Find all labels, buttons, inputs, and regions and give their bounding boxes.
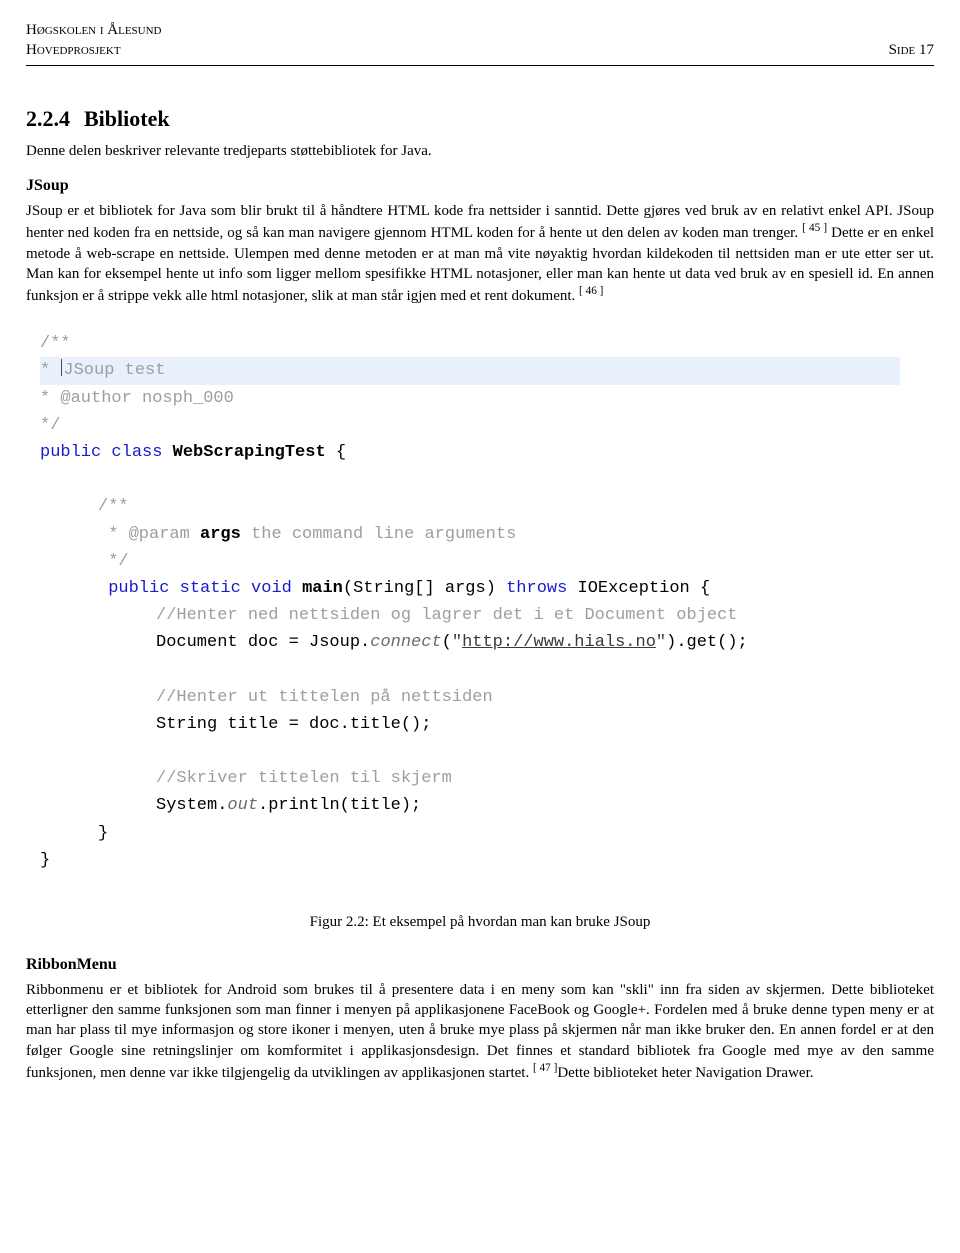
code-line: String title = doc.title(); — [156, 715, 431, 734]
code-token: main — [302, 579, 343, 598]
figure-caption: Figur 2.2: Et eksempel på hvordan man ka… — [26, 912, 934, 932]
code-token: args — [200, 525, 241, 544]
code-url: http://www.hials.no — [462, 633, 656, 652]
code-line: /** — [98, 497, 129, 516]
section-title: Bibliotek — [84, 106, 170, 131]
code-token: ( — [442, 633, 452, 652]
header-project: Hovedprosjekt — [26, 40, 121, 60]
header-school: Høgskolen i Ålesund — [26, 20, 162, 40]
code-token: System. — [156, 796, 227, 815]
code-token: ).get(); — [666, 633, 748, 652]
code-token: public — [40, 443, 101, 462]
code-line: */ — [98, 552, 129, 571]
jsoup-heading: JSoup — [26, 175, 934, 197]
code-token: " — [452, 633, 462, 652]
code-line: JSoup test — [63, 361, 165, 380]
code-token: IOException { — [578, 579, 711, 598]
code-line: } — [40, 851, 50, 870]
code-line: */ — [40, 416, 60, 435]
citation-45: [ 45 ] — [802, 222, 827, 234]
code-sample: /** * JSoup test * @author nosph_000 */ … — [26, 320, 934, 884]
code-token: { — [336, 443, 346, 462]
jsoup-paragraph: JSoup er et bibliotek for Java som blir … — [26, 201, 934, 306]
code-line: //Skriver tittelen til skjerm — [156, 769, 452, 788]
code-token: connect — [370, 633, 441, 652]
ribbonmenu-paragraph: Ribbonmenu er et bibliotek for Android s… — [26, 980, 934, 1083]
citation-46: [ 46 ] — [579, 285, 603, 297]
page-header-line2: Hovedprosjekt Side 17 — [26, 40, 934, 62]
code-line: //Henter ned nettsiden og lagrer det i e… — [156, 606, 738, 625]
code-line: //Henter ut tittelen på nettsiden — [156, 688, 493, 707]
code-line: } — [98, 824, 108, 843]
citation-47: [ 47 ] — [533, 1062, 557, 1074]
section-intro: Denne delen beskriver relevante tredjepa… — [26, 141, 934, 161]
code-token: * @param — [98, 525, 200, 544]
code-token: class — [111, 443, 162, 462]
code-token: throws — [506, 579, 567, 598]
code-line: /** — [40, 334, 71, 353]
code-line: * — [40, 361, 60, 380]
code-highlighted-line: * JSoup test — [40, 357, 900, 384]
code-token: out — [227, 796, 258, 815]
header-page-label: Side 17 — [889, 40, 934, 62]
jsoup-text-a: JSoup er et bibliotek for Java som blir … — [26, 203, 934, 241]
code-token: static — [180, 579, 241, 598]
code-token: .println(title); — [258, 796, 421, 815]
header-rule — [26, 65, 934, 66]
code-token: (String[] args) — [343, 579, 496, 598]
code-token: Document doc = Jsoup. — [156, 633, 370, 652]
code-token: WebScrapingTest — [173, 443, 326, 462]
code-token: public — [108, 579, 169, 598]
section-heading: 2.2.4 Bibliotek — [26, 104, 934, 134]
section-number: 2.2.4 — [26, 106, 70, 131]
ribbon-text-b: Dette biblioteket heter Navigation Drawe… — [557, 1065, 813, 1081]
code-line: * @author nosph_000 — [40, 389, 234, 408]
code-token: void — [251, 579, 292, 598]
page-header: Høgskolen i Ålesund — [26, 20, 934, 40]
code-token: the command line arguments — [241, 525, 516, 544]
code-token: " — [656, 633, 666, 652]
ribbonmenu-heading: RibbonMenu — [26, 954, 934, 976]
